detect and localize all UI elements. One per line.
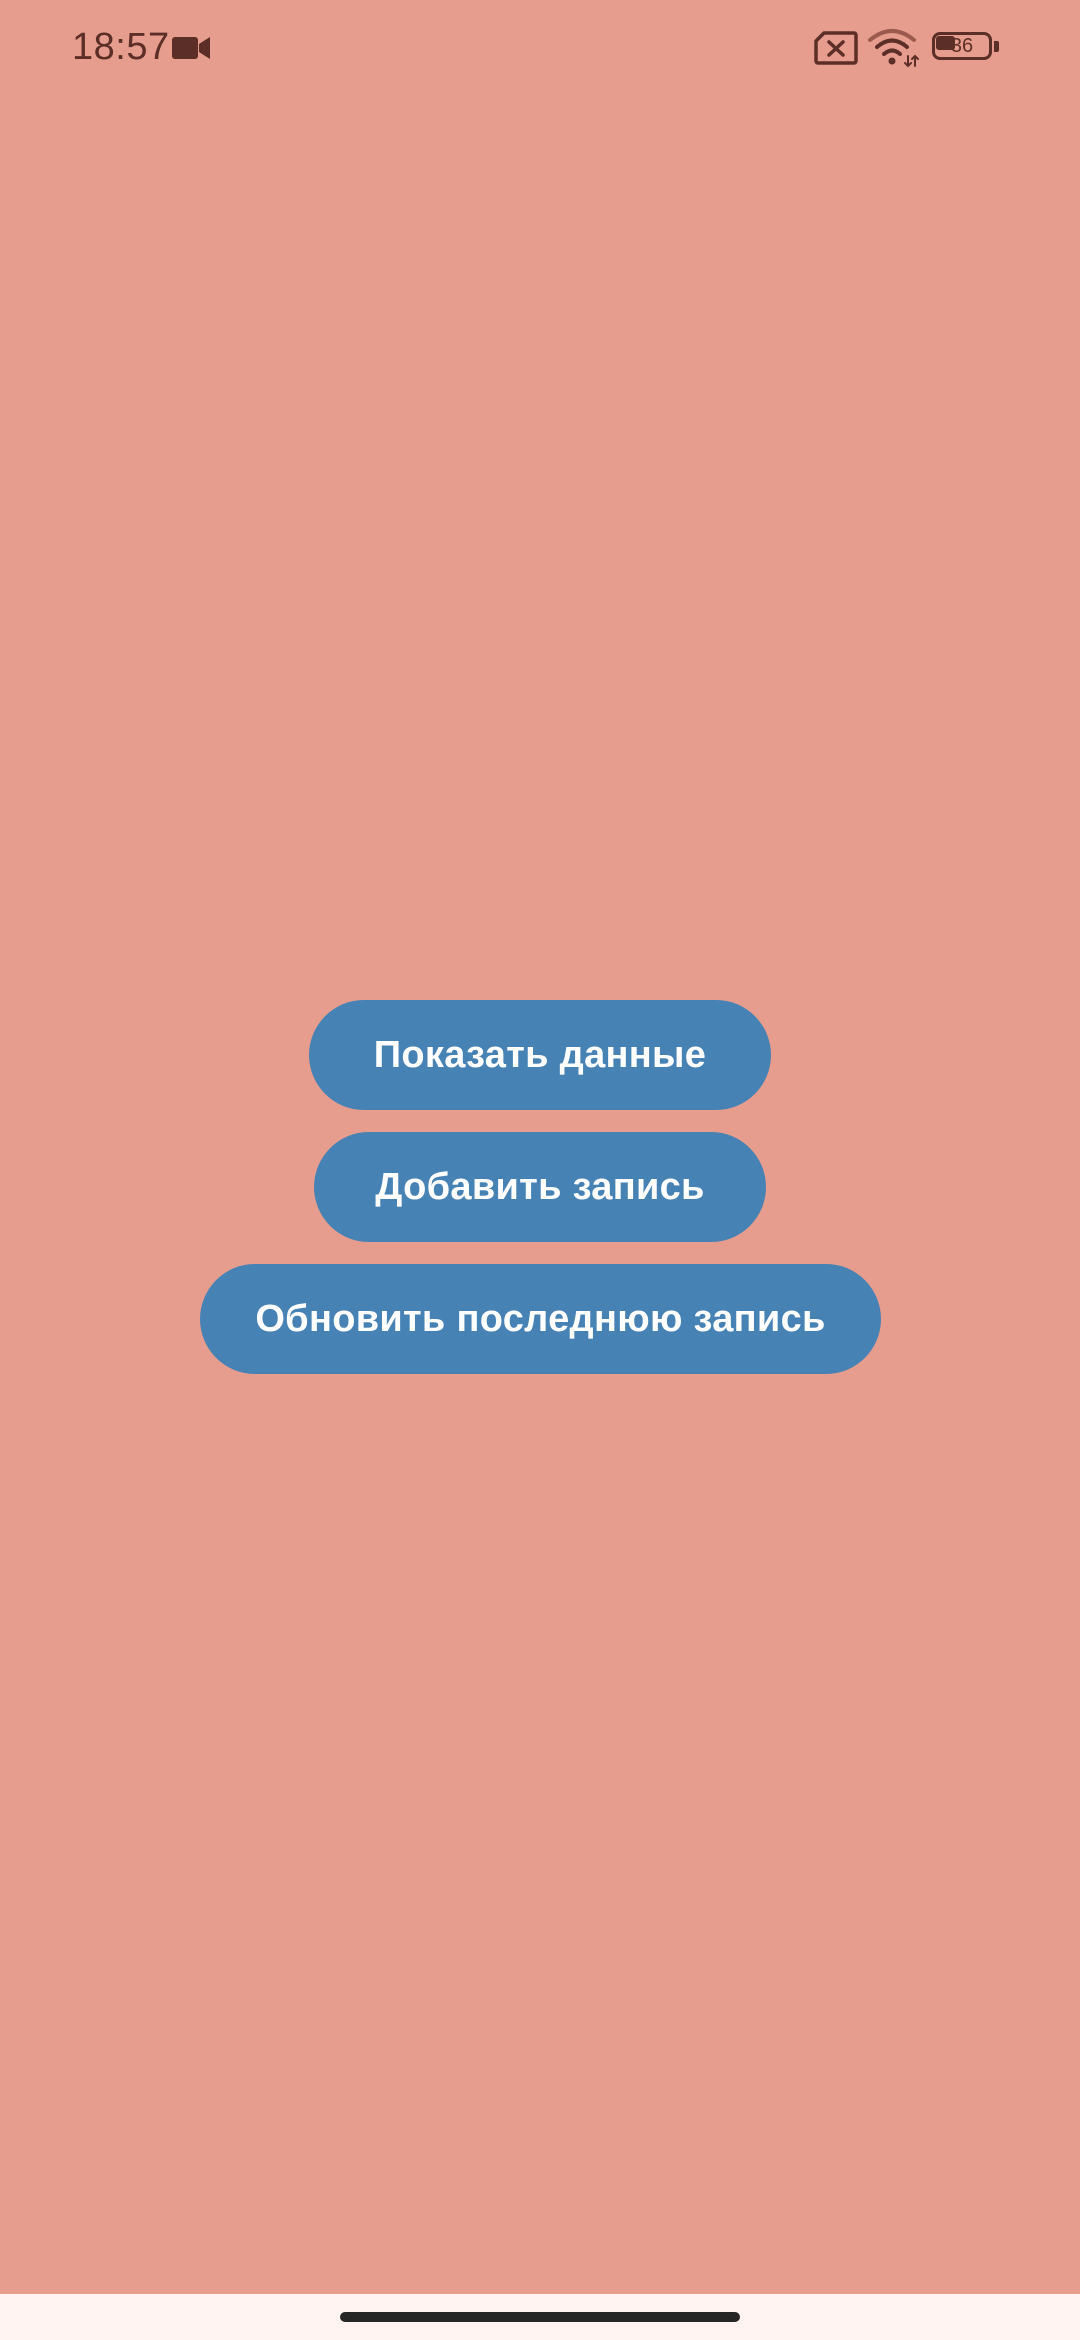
show-data-button[interactable]: Показать данные xyxy=(309,1000,771,1110)
update-last-record-button[interactable]: Обновить последнюю запись xyxy=(200,1264,881,1374)
video-camera-icon xyxy=(172,37,210,59)
wifi-icon xyxy=(868,29,919,68)
status-bar: 18:57 36 xyxy=(0,0,1080,100)
no-sim-icon xyxy=(814,31,858,65)
add-record-button[interactable]: Добавить запись xyxy=(314,1132,766,1242)
battery-percent: 36 xyxy=(950,35,974,57)
home-gesture-handle[interactable] xyxy=(340,2312,740,2322)
status-time: 18:57 xyxy=(72,26,170,68)
navigation-bar xyxy=(0,2294,1080,2340)
battery-tip xyxy=(994,41,999,52)
battery-icon: 36 xyxy=(932,32,1002,62)
